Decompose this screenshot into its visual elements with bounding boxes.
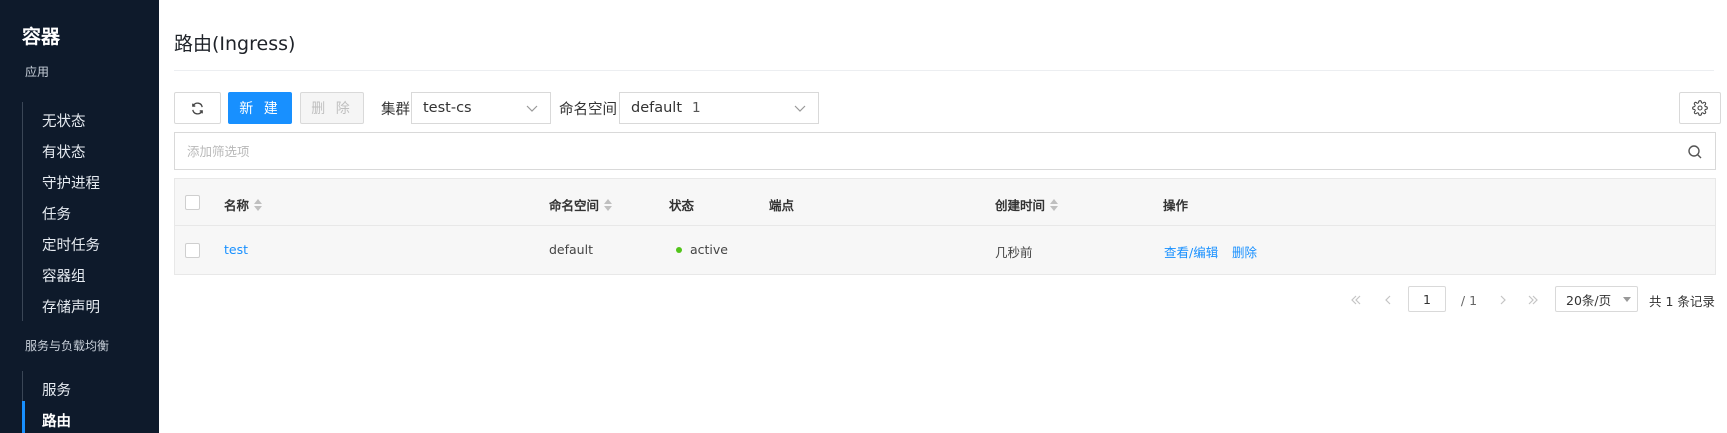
sidebar-item-ingress[interactable]: 路由 <box>42 410 71 431</box>
row-namespace: default <box>549 242 593 257</box>
row-status: active <box>676 242 728 257</box>
chevron-left-icon <box>1385 295 1391 305</box>
refresh-button[interactable] <box>174 92 221 124</box>
caret-down-icon <box>1623 297 1631 302</box>
double-chevron-left-icon <box>1351 295 1361 305</box>
sidebar-active-indicator <box>22 401 25 433</box>
sort-icon <box>254 198 263 211</box>
sidebar-group-line <box>22 102 23 321</box>
sidebar-item-jobs[interactable]: 任务 <box>42 203 71 224</box>
filter-input[interactable] <box>175 133 1655 169</box>
first-page-button[interactable] <box>1348 287 1364 313</box>
sort-icon <box>1050 198 1059 211</box>
delete-link[interactable]: 删除 <box>1232 242 1257 261</box>
page-number-input[interactable] <box>1408 286 1446 312</box>
page-size-value: 20条/页 <box>1566 292 1612 308</box>
column-status: 状态 <box>669 195 694 214</box>
settings-button[interactable] <box>1679 92 1721 124</box>
row-checkbox[interactable] <box>185 243 200 258</box>
sidebar-item-daemonsets[interactable]: 守护进程 <box>42 172 100 193</box>
sidebar-group-network: 服务与负载均衡 <box>25 339 110 353</box>
total-pages: / 1 <box>1460 292 1478 308</box>
sidebar: 容器 应用 无状态 有状态 守护进程 任务 定时任务 容器组 存储声明 服务与负… <box>0 0 159 433</box>
double-chevron-right-icon <box>1528 295 1538 305</box>
table-header: 名称 命名空间 状态 端点 创建时间 操作 <box>175 179 1715 226</box>
chevron-right-icon <box>1500 295 1506 305</box>
cluster-select-value: test-cs <box>423 100 472 116</box>
prev-page-button[interactable] <box>1380 287 1396 313</box>
chevron-down-icon <box>794 105 806 112</box>
sidebar-title: 容器 <box>22 26 61 48</box>
column-namespace[interactable]: 命名空间 <box>549 195 613 214</box>
cluster-select[interactable]: test-cs <box>411 92 551 124</box>
column-name-label: 名称 <box>224 198 250 213</box>
column-status-label: 状态 <box>669 198 695 213</box>
namespace-select[interactable]: default 1 <box>619 92 819 124</box>
column-actions: 操作 <box>1163 195 1188 214</box>
next-page-button[interactable] <box>1495 287 1511 313</box>
sidebar-group-apps: 应用 <box>25 65 50 79</box>
sidebar-item-deployments[interactable]: 无状态 <box>42 110 86 131</box>
refresh-icon <box>192 101 203 115</box>
table-row: test default active 几秒前 查看/编辑 删除 <box>175 226 1715 274</box>
select-all-checkbox[interactable] <box>185 195 200 210</box>
row-created: 几秒前 <box>995 245 1033 260</box>
delete-button[interactable]: 删 除 <box>300 92 364 124</box>
chevron-down-icon <box>526 105 538 112</box>
total-records: 共 1 条记录 <box>1649 294 1715 309</box>
sidebar-item-pvcs[interactable]: 存储声明 <box>42 296 100 317</box>
new-button[interactable]: 新 建 <box>228 92 292 124</box>
sort-icon <box>604 198 613 211</box>
column-endpoint: 端点 <box>769 195 794 214</box>
sidebar-item-cronjobs[interactable]: 定时任务 <box>42 234 100 255</box>
page-size-select[interactable]: 20条/页 <box>1555 286 1638 312</box>
title-divider <box>174 70 1714 71</box>
view-edit-link[interactable]: 查看/编辑 <box>1164 242 1218 261</box>
column-created[interactable]: 创建时间 <box>995 195 1059 214</box>
page-title: 路由(Ingress) <box>174 33 296 55</box>
namespace-select-value: default <box>631 100 683 116</box>
ingress-table: 名称 命名空间 状态 端点 创建时间 操作 test default activ… <box>174 178 1716 275</box>
last-page-button[interactable] <box>1525 287 1541 313</box>
filter-bar <box>174 132 1716 170</box>
gear-icon <box>1692 100 1708 116</box>
sidebar-item-statefulsets[interactable]: 有状态 <box>42 141 86 162</box>
namespace-count: 1 <box>692 100 701 116</box>
column-created-label: 创建时间 <box>995 198 1046 213</box>
sidebar-item-services[interactable]: 服务 <box>42 379 71 400</box>
cluster-label: 集群 <box>381 102 410 118</box>
namespace-label: 命名空间 <box>559 102 617 118</box>
search-icon[interactable] <box>1687 144 1703 160</box>
column-actions-label: 操作 <box>1163 198 1189 213</box>
column-namespace-label: 命名空间 <box>549 198 600 213</box>
status-dot <box>676 246 682 253</box>
column-endpoint-label: 端点 <box>769 198 795 213</box>
row-status-text: active <box>690 242 728 257</box>
row-name-link[interactable]: test <box>224 242 248 257</box>
sidebar-item-pods[interactable]: 容器组 <box>42 265 86 286</box>
column-name[interactable]: 名称 <box>224 195 263 214</box>
